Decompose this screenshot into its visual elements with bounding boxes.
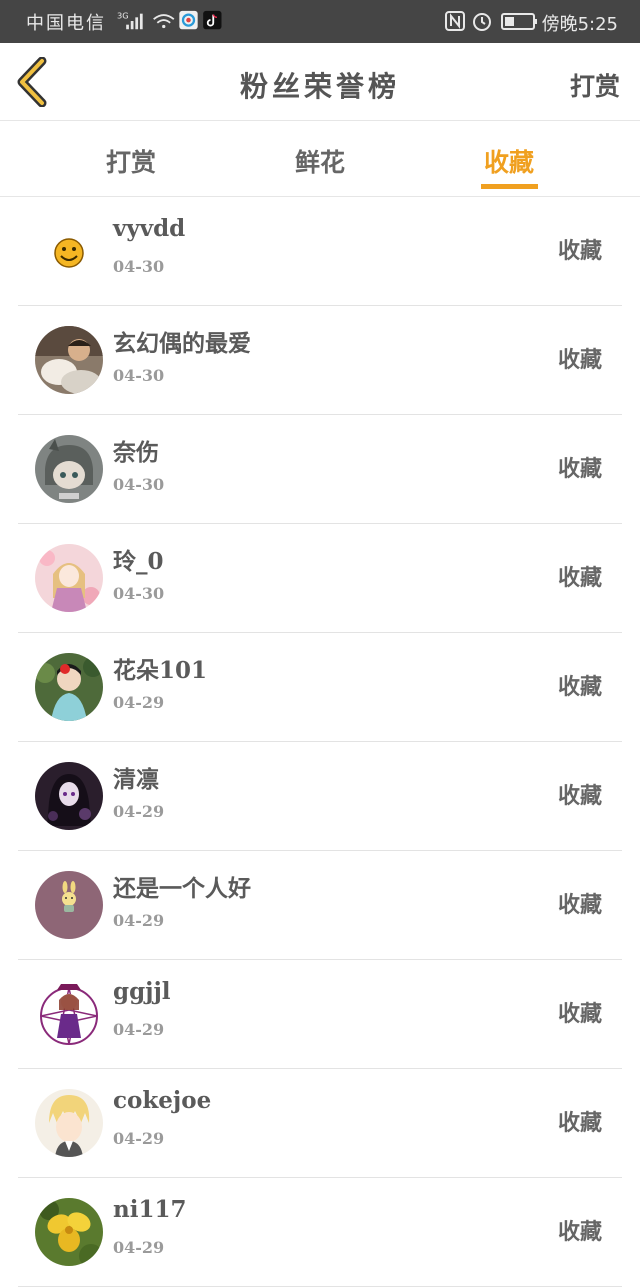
fan-action-label: 收藏 — [557, 565, 602, 591]
fan-action-label: 收藏 — [557, 1001, 602, 1027]
list-item[interactable]: cokejoe 04-29 收藏 — [18, 1069, 622, 1178]
app-header: 粉丝荣誉榜 打赏 — [0, 43, 640, 121]
tab-bar: 打赏 鲜花 收藏 — [0, 121, 640, 197]
avatar — [35, 1089, 103, 1157]
fan-date: 04-29 — [113, 1129, 165, 1148]
list-item[interactable]: 花朵101 04-29 收藏 — [18, 633, 622, 742]
list-item[interactable]: 清凛 04-29 收藏 — [18, 742, 622, 851]
fan-list: vyvdd 04-30 收藏 玄幻偶的最爱 04-30 收藏 奈伤 04-30 … — [0, 197, 640, 1287]
fan-date: 04-30 — [113, 475, 165, 494]
wifi-icon — [153, 14, 175, 29]
fan-date: 04-29 — [113, 1020, 165, 1039]
avatar — [35, 871, 103, 939]
network-type-icon: 3G — [117, 10, 129, 20]
avatar — [35, 762, 103, 830]
fan-name: 玲_0 — [113, 548, 164, 575]
fan-name: ggjjl — [113, 978, 171, 1005]
list-item[interactable]: 还是一个人好 04-29 收藏 — [18, 851, 622, 960]
list-item[interactable]: 玄幻偶的最爱 04-30 收藏 — [18, 306, 622, 415]
list-item[interactable]: ggjjl 04-29 收藏 — [18, 960, 622, 1069]
status-icons-right — [445, 11, 537, 31]
list-item[interactable]: 奈伤 04-30 收藏 — [18, 415, 622, 524]
fan-date: 04-29 — [113, 802, 165, 821]
avatar — [35, 544, 103, 612]
fan-date: 04-29 — [113, 1238, 165, 1257]
fan-date: 04-30 — [113, 584, 165, 603]
fan-date: 04-29 — [113, 693, 165, 712]
fan-name: 奈伤 — [113, 439, 159, 466]
avatar — [35, 435, 103, 503]
fan-name: 玄幻偶的最爱 — [113, 330, 251, 357]
fan-action-label: 收藏 — [557, 456, 602, 482]
avatar — [35, 217, 103, 285]
nfc-icon — [445, 11, 465, 31]
fan-action-label: 收藏 — [557, 783, 602, 809]
battery-icon — [501, 13, 537, 30]
avatar — [35, 326, 103, 394]
fan-date: 04-30 — [113, 257, 165, 276]
fan-name: 花朵101 — [113, 657, 208, 684]
status-icons-left: 3G — [117, 10, 222, 30]
list-item[interactable]: vyvdd 04-30 收藏 — [18, 197, 622, 306]
list-item[interactable]: ni117 04-29 收藏 — [18, 1178, 622, 1287]
clock-label: 傍晚5:25 — [541, 14, 618, 35]
fan-action-label: 收藏 — [557, 892, 602, 918]
fan-name: ni117 — [113, 1196, 187, 1223]
active-tab-indicator — [481, 184, 538, 189]
fan-date: 04-29 — [113, 911, 165, 930]
avatar — [35, 653, 103, 721]
carrier-label: 中国电信 — [26, 13, 106, 34]
fan-date: 04-30 — [113, 366, 165, 385]
reward-button[interactable]: 打赏 — [570, 67, 620, 103]
fan-action-label: 收藏 — [557, 238, 602, 264]
fan-name: cokejoe — [113, 1087, 212, 1114]
app-notification-icon-1 — [179, 10, 198, 30]
status-bar: 中国电信 3G 傍晚5:25 — [0, 0, 640, 43]
tab-favorites[interactable]: 收藏 — [481, 143, 537, 179]
fan-name: vyvdd — [113, 215, 186, 242]
list-item[interactable]: 玲_0 04-30 收藏 — [18, 524, 622, 633]
fan-action-label: 收藏 — [557, 674, 602, 700]
page-title: 粉丝荣誉榜 — [239, 70, 400, 103]
fan-action-label: 收藏 — [557, 1219, 602, 1245]
tab-flowers[interactable]: 鲜花 — [292, 143, 348, 179]
tab-reward[interactable]: 打赏 — [103, 143, 159, 179]
avatar — [35, 1198, 103, 1266]
fan-action-label: 收藏 — [557, 347, 602, 373]
tiktok-icon — [203, 10, 222, 30]
fan-name: 还是一个人好 — [113, 875, 251, 902]
avatar — [35, 980, 103, 1048]
fan-name: 清凛 — [113, 766, 159, 793]
fan-action-label: 收藏 — [557, 1110, 602, 1136]
alarm-icon — [473, 13, 491, 31]
